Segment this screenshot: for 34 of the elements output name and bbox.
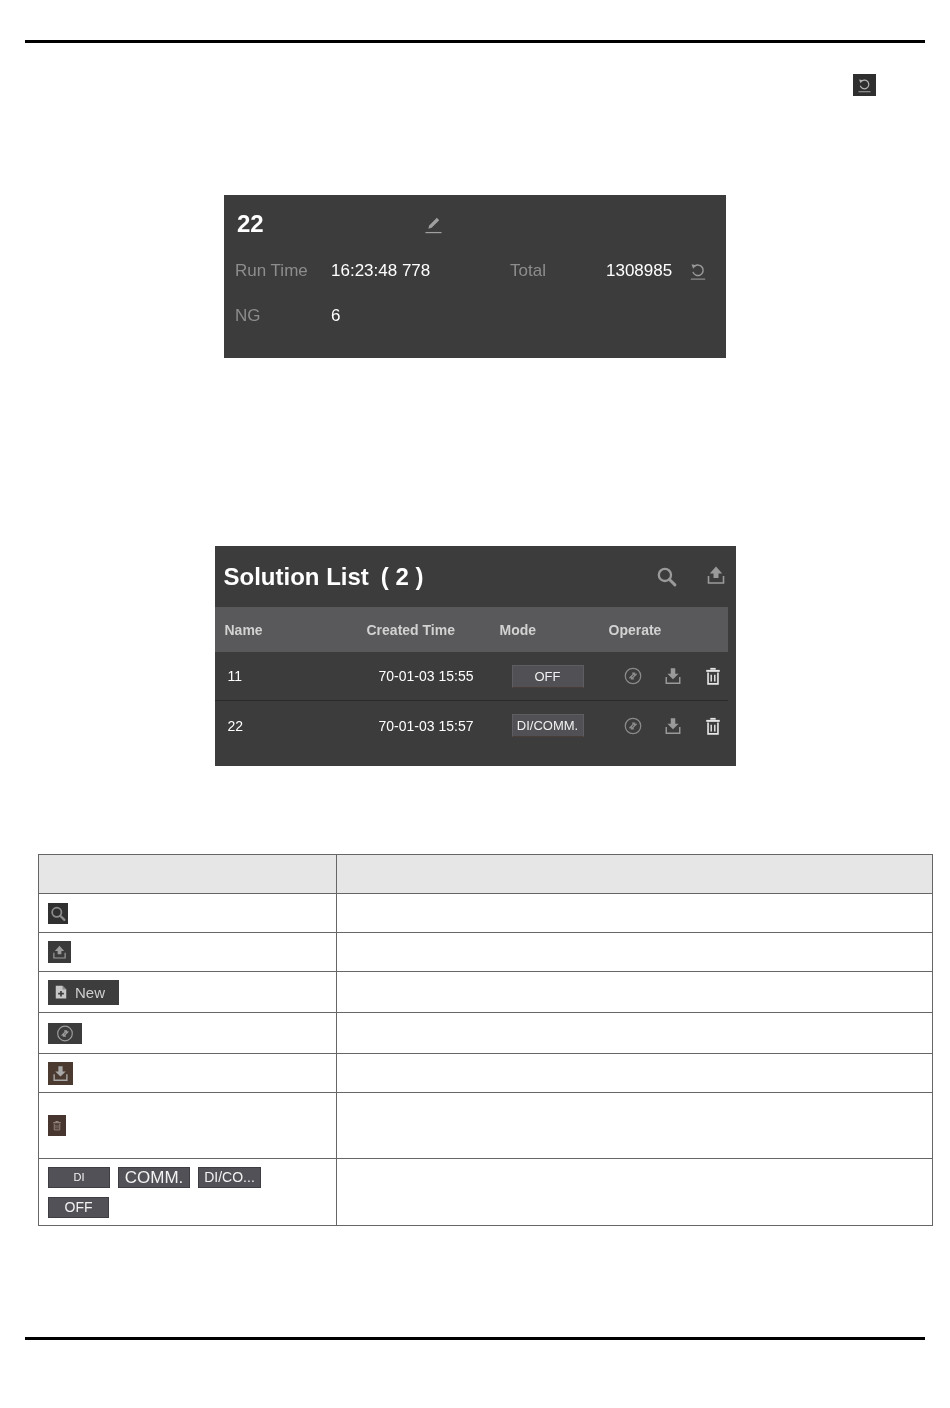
file-plus-icon bbox=[55, 985, 67, 999]
upload-icon[interactable] bbox=[48, 941, 71, 963]
column-header: Name bbox=[224, 621, 263, 638]
mode-button[interactable]: COMM. bbox=[118, 1166, 190, 1188]
table-cell: 11 bbox=[227, 668, 243, 684]
column-header: Created Time bbox=[366, 621, 455, 638]
refresh-icon[interactable] bbox=[689, 261, 708, 280]
table-cell: 70-01-03 15:55 bbox=[378, 668, 474, 684]
column-header: Operate bbox=[608, 621, 662, 638]
field-value: 16:23:48 778 bbox=[331, 260, 431, 281]
field-label: Total bbox=[510, 260, 546, 281]
upload-icon[interactable] bbox=[705, 564, 726, 585]
mode-button[interactable]: DI/CO... bbox=[198, 1166, 261, 1188]
field-label: Run Time bbox=[235, 260, 308, 281]
new-button[interactable]: New bbox=[48, 979, 119, 1005]
column-header: Mode bbox=[499, 621, 537, 638]
mode-button[interactable]: OFF bbox=[511, 664, 584, 688]
download-icon[interactable] bbox=[48, 1061, 73, 1085]
field-value: 6 bbox=[331, 305, 341, 326]
table-cell: 70-01-03 15:57 bbox=[378, 717, 474, 734]
search-icon[interactable] bbox=[48, 902, 68, 924]
circle-slash-icon[interactable] bbox=[48, 1022, 82, 1044]
trash-icon[interactable] bbox=[703, 716, 722, 735]
field-label: NG bbox=[235, 305, 261, 326]
refresh-icon[interactable] bbox=[853, 74, 876, 96]
panel-title: Solution List bbox=[223, 562, 369, 591]
table-cell: 22 bbox=[227, 717, 244, 734]
item-count: ( 2 ) bbox=[380, 562, 424, 591]
solution-name: 22 bbox=[236, 210, 265, 238]
trash-icon[interactable] bbox=[703, 667, 722, 685]
field-value: 1308985 bbox=[606, 260, 673, 281]
mode-button[interactable]: DI/COMM. bbox=[511, 714, 584, 737]
mode-button[interactable]: OFF bbox=[48, 1196, 109, 1218]
mode-button[interactable]: DI bbox=[48, 1166, 110, 1188]
